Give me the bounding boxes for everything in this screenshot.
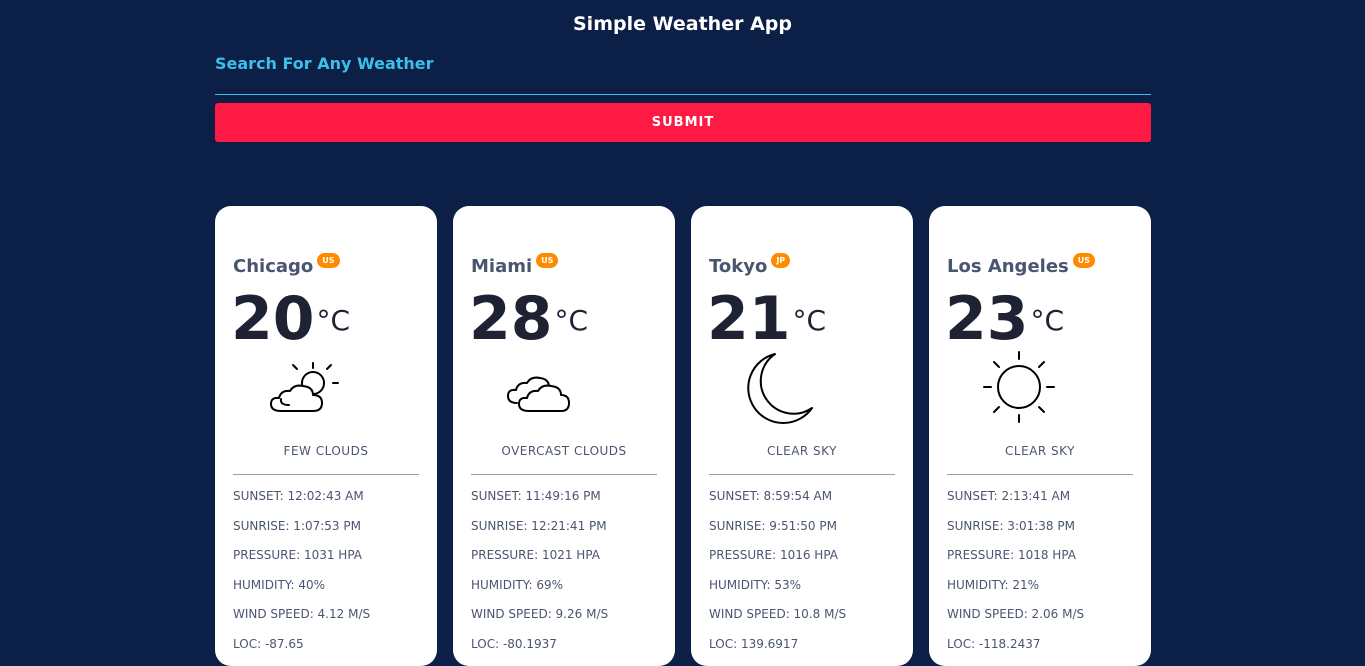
- weather-card: Miami US 28°C OVERCAST CLOUDS SUNSET: 11:…: [453, 206, 675, 666]
- sunset-text: SUNSET: 12:02:43 AM: [233, 489, 364, 503]
- city-row: Miami US: [471, 253, 559, 280]
- pressure-text: PRESSURE: 1018 HPA: [947, 548, 1077, 563]
- search-input[interactable]: [215, 78, 1151, 95]
- temperature: 21°C: [707, 284, 826, 354]
- wind-speed-text: WIND SPEED: 9.26 M/S: [471, 607, 609, 622]
- weather-details: SUNSET: 8:59:54 AM SUNRISE: 9:51:50 PM P…: [709, 487, 899, 665]
- divider: [709, 474, 895, 475]
- wind-speed-text: WIND SPEED: 4.12 M/S: [233, 607, 371, 622]
- country-badge: US: [536, 253, 559, 268]
- temperature-unit: °C: [792, 304, 827, 337]
- weather-description: OVERCAST CLOUDS: [501, 444, 627, 458]
- temperature: 20°C: [231, 284, 350, 354]
- weather-details: SUNSET: 12:02:43 AM SUNRISE: 1:07:53 PM …: [233, 487, 423, 665]
- city-name: Chicago: [233, 256, 314, 277]
- pressure-text: PRESSURE: 1031 HPA: [233, 548, 363, 563]
- page-title: Simple Weather App: [573, 13, 792, 35]
- sunset-text: SUNSET: 2:13:41 AM: [947, 489, 1071, 503]
- weather-icon-wrap: [453, 351, 675, 431]
- temperature: 23°C: [945, 284, 1064, 354]
- weather-details: SUNSET: 2:13:41 AM SUNRISE: 3:01:38 PM P…: [947, 487, 1137, 665]
- sunrise-text: SUNRISE: 1:07:53 PM: [233, 518, 361, 533]
- divider: [471, 474, 657, 475]
- weather-description: FEW CLOUDS: [283, 444, 369, 458]
- partly-cloudy-day-icon: [270, 362, 339, 412]
- weather-card: Tokyo JP 21°C CLEAR SKY SUNSET: 8:59:54 A…: [691, 206, 913, 666]
- sunrise-text: SUNRISE: 12:21:41 PM: [471, 518, 607, 533]
- weather-description: CLEAR SKY: [1005, 444, 1075, 458]
- sunset-text: SUNSET: 11:49:16 PM: [471, 489, 601, 503]
- pressure-text: PRESSURE: 1016 HPA: [709, 548, 839, 563]
- weather-description: CLEAR SKY: [767, 444, 837, 458]
- weather-card: Chicago US 20°C FEW CLOUDS SUNSET: 12:02:…: [215, 206, 437, 666]
- weather-card: Los Angeles US 23°C CLEAR SKY SUNSET: 2:…: [929, 206, 1151, 666]
- country-badge: US: [1072, 253, 1096, 268]
- temperature-value: 21: [707, 284, 791, 354]
- weather-icon-wrap: [929, 351, 1151, 431]
- wind-speed-text: WIND SPEED: 10.8 M/S: [709, 607, 847, 622]
- weather-icon-wrap: [215, 351, 437, 431]
- divider: [233, 474, 419, 475]
- moon-icon: [747, 353, 813, 425]
- submit-button[interactable]: SUBMIT: [215, 103, 1151, 142]
- city-name: Miami: [471, 256, 533, 277]
- city-row: Los Angeles US: [947, 253, 1096, 280]
- humidity-text: HUMIDITY: 69%: [471, 577, 564, 592]
- clouds-icon: [507, 376, 570, 412]
- location-text: LOC: -87.65: [233, 636, 304, 651]
- search-label: Search For Any Weather: [215, 54, 434, 73]
- temperature-unit: °C: [1030, 304, 1065, 337]
- temperature-value: 20: [231, 284, 315, 354]
- weather-icon-wrap: [691, 351, 913, 431]
- sunrise-text: SUNRISE: 3:01:38 PM: [947, 518, 1075, 533]
- divider: [947, 474, 1133, 475]
- country-badge: US: [317, 253, 340, 268]
- temperature-unit: °C: [316, 304, 351, 337]
- location-text: LOC: -118.2437: [947, 636, 1041, 651]
- weather-cards: Chicago US 20°C FEW CLOUDS SUNSET: 12:02:…: [215, 206, 1151, 666]
- sunset-text: SUNSET: 8:59:54 AM: [709, 489, 833, 503]
- sun-icon: [983, 351, 1055, 423]
- sunrise-text: SUNRISE: 9:51:50 PM: [709, 518, 837, 533]
- location-text: LOC: 139.6917: [709, 636, 799, 651]
- temperature-value: 23: [945, 284, 1029, 354]
- wind-speed-text: WIND SPEED: 2.06 M/S: [947, 607, 1085, 622]
- pressure-text: PRESSURE: 1021 HPA: [471, 548, 601, 563]
- city-row: Tokyo JP: [709, 253, 791, 280]
- search-form: Search For Any Weather SUBMIT: [215, 50, 1151, 142]
- city-row: Chicago US: [233, 253, 340, 280]
- temperature-value: 28: [469, 284, 553, 354]
- humidity-text: HUMIDITY: 21%: [947, 577, 1040, 592]
- temperature: 28°C: [469, 284, 588, 354]
- weather-details: SUNSET: 11:49:16 PM SUNRISE: 12:21:41 PM…: [471, 487, 661, 665]
- location-text: LOC: -80.1937: [471, 636, 557, 651]
- city-name: Los Angeles: [947, 256, 1069, 277]
- country-badge: JP: [771, 253, 791, 268]
- city-name: Tokyo: [709, 256, 768, 277]
- temperature-unit: °C: [554, 304, 589, 337]
- humidity-text: HUMIDITY: 53%: [709, 577, 802, 592]
- humidity-text: HUMIDITY: 40%: [233, 577, 326, 592]
